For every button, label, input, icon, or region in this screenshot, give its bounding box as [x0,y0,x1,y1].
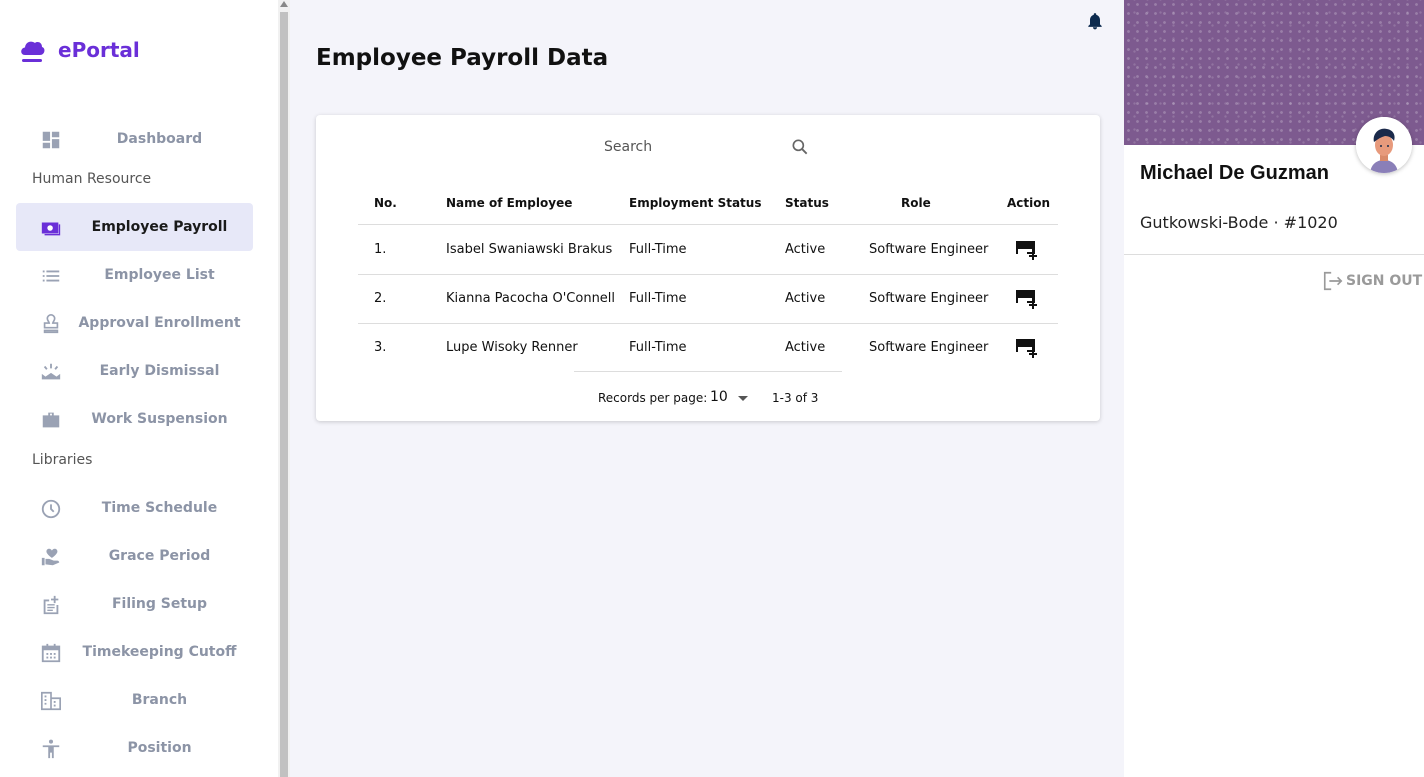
cell-name: Kianna Pacocha O'Connell [446,291,616,306]
sidebar-item-label: Early Dismissal [99,363,220,379]
column-header-name: Name of Employee [446,196,573,210]
cell-no: 2. [374,291,387,306]
cell-status: Active [785,242,826,257]
list-icon [42,270,60,282]
brand-name: ePortal [58,38,140,62]
cell-employment-status: Full-Time [629,291,687,306]
cell-employment-status: Full-Time [629,242,687,257]
sidebar-item-dashboard[interactable]: Dashboard [16,115,253,163]
cloud-icon [21,41,45,62]
notification-bell-icon[interactable] [1085,10,1105,32]
column-header-role: Role [901,196,931,210]
cell-name: Isabel Swaniawski Brakus [446,242,613,257]
briefcase-icon [42,412,60,428]
cell-no: 1. [374,242,387,257]
table-header: No. Name of Employee Employment Status S… [358,185,1058,225]
add-card-icon[interactable] [1014,239,1038,261]
user-company: Gutkowski-Bode · #1020 [1140,213,1338,232]
sidebar-item-label: Branch [131,692,188,708]
table-row: 2. Kianna Pacocha O'Connell Full-Time Ac… [358,275,1058,324]
sidebar-item-early-dismissal[interactable]: Early Dismissal [16,347,253,395]
sidebar-item-employee-list[interactable]: Employee List [16,251,253,299]
sidebar-item-time-schedule[interactable]: Time Schedule [16,484,253,532]
sidebar-item-grace-period[interactable]: Grace Period [16,532,253,580]
search-input[interactable]: Search [604,139,652,155]
sidebar-item-label: Dashboard [116,131,203,147]
sidebar-item-label: Filing Setup [111,596,208,612]
stamp-icon [43,314,59,334]
cell-name: Lupe Wisoky Renner [446,340,578,355]
sidebar-item-work-suspension[interactable]: Work Suspension [16,395,253,443]
section-label-human-resource: Human Resource [32,171,152,187]
clock-icon [41,499,61,519]
add-card-icon[interactable] [1014,288,1038,310]
sidebar-item-label: Grace Period [108,548,211,564]
sidebar-item-label: Work Suspension [91,411,228,427]
sidebar-item-timekeeping-cutoff[interactable]: Timekeeping Cutoff [16,628,253,676]
calendar-icon [41,643,61,663]
sidebar-item-position[interactable]: Position [16,724,253,772]
building-icon [41,691,61,711]
column-header-action: Action [1007,196,1051,210]
user-name: Michael De Guzman [1140,162,1329,184]
sunset-icon [41,363,61,380]
post-add-icon [43,595,59,615]
page-title: Employee Payroll Data [316,45,609,71]
sidebar-scrollbar[interactable] [278,0,290,777]
sidebar-item-employee-payroll[interactable]: Employee Payroll [16,203,253,251]
profile-divider [1124,254,1424,255]
sidebar-item-label: Approval Enrollment [78,315,241,331]
sidebar-item-label: Time Schedule [101,500,218,516]
cell-status: Active [785,340,826,355]
sidebar-item-label: Timekeeping Cutoff [82,644,237,660]
hand-heart-icon [41,548,60,566]
pagination-divider [574,371,842,372]
column-header-employment-status: Employment Status [629,196,762,210]
cell-role: Software Engineer [869,242,989,257]
sign-out-button[interactable]: SIGN OUT [1322,270,1422,292]
logout-icon [1323,271,1343,291]
sidebar-item-approval-enrollment[interactable]: Approval Enrollment [16,299,253,347]
records-per-page-label: Records per page: [598,391,708,405]
scroll-up-arrow-icon[interactable] [280,1,288,7]
cell-employment-status: Full-Time [629,340,687,355]
cell-role: Software Engineer [869,291,989,306]
cell-status: Active [785,291,826,306]
sidebar-item-label: Employee List [104,267,215,283]
brand-logo[interactable]: ePortal [18,36,140,64]
sign-out-label: SIGN OUT [1346,273,1423,289]
cell-no: 3. [374,340,387,355]
user-avatar-icon [1356,117,1412,173]
payroll-table-card: Search No. Name of Employee Employment S… [316,115,1100,421]
table-row: 3. Lupe Wisoky Renner Full-Time Active S… [358,324,1058,373]
column-header-status: Status [785,196,829,210]
avatar[interactable] [1356,117,1412,173]
section-label-libraries: Libraries [32,452,93,468]
column-header-no: No. [374,196,397,210]
profile-panel: Michael De Guzman Gutkowski-Bode · #1020… [1124,0,1424,777]
add-card-icon[interactable] [1014,337,1038,359]
person-icon [42,739,60,759]
sidebar: ePortal Dashboard Human Resource Employe… [0,0,278,777]
payroll-icon [41,222,61,236]
sidebar-item-label: Position [127,740,192,756]
sidebar-item-branch[interactable]: Branch [16,676,253,724]
sidebar-item-filing-setup[interactable]: Filing Setup [16,580,253,628]
table-row: 1. Isabel Swaniawski Brakus Full-Time Ac… [358,226,1058,275]
sidebar-item-label: Employee Payroll [91,219,228,235]
chevron-down-icon[interactable] [738,396,748,401]
dashboard-icon [42,131,60,149]
pagination-range: 1-3 of 3 [772,391,819,405]
scrollbar-thumb[interactable] [280,12,288,777]
search-icon[interactable] [790,137,810,157]
records-per-page-select[interactable]: 10 [710,389,728,405]
cell-role: Software Engineer [869,340,989,355]
